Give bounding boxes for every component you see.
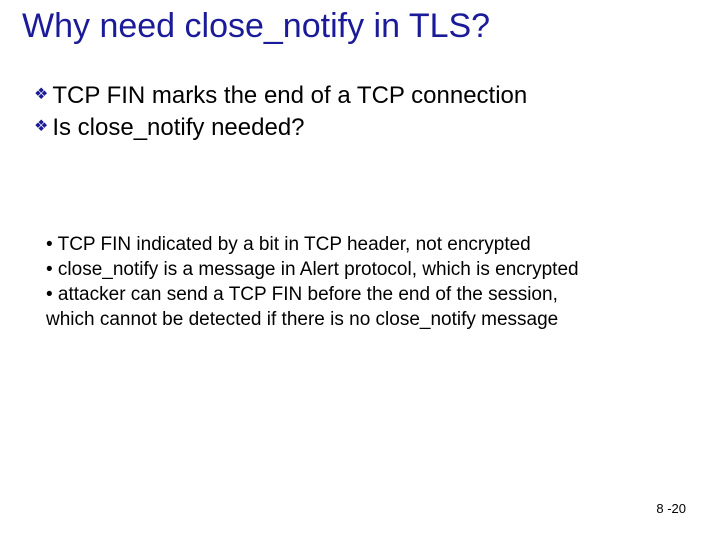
sub-bullet-line: • close_notify is a message in Alert pro… bbox=[46, 257, 680, 282]
bullet-item: ❖Is close_notify needed? bbox=[34, 112, 690, 144]
sub-bullet-list: • TCP FIN indicated by a bit in TCP head… bbox=[46, 232, 680, 332]
slide-title: Why need close_notify in TLS? bbox=[22, 6, 700, 47]
main-bullet-list: ❖TCP FIN marks the end of a TCP connecti… bbox=[34, 80, 690, 145]
sub-bullet-line: • attacker can send a TCP FIN before the… bbox=[46, 282, 680, 307]
bullet-item: ❖TCP FIN marks the end of a TCP connecti… bbox=[34, 80, 690, 112]
sub-bullet-line: • TCP FIN indicated by a bit in TCP head… bbox=[46, 232, 680, 257]
bullet-text: TCP FIN marks the end of a TCP connectio… bbox=[52, 82, 527, 109]
diamond-bullet-icon: ❖ bbox=[34, 84, 48, 106]
diamond-bullet-icon: ❖ bbox=[34, 116, 48, 138]
sub-bullet-line: which cannot be detected if there is no … bbox=[46, 307, 680, 332]
bullet-text: Is close_notify needed? bbox=[52, 114, 304, 141]
slide: Why need close_notify in TLS? ❖TCP FIN m… bbox=[0, 0, 720, 540]
page-number: 8 -20 bbox=[656, 501, 686, 516]
